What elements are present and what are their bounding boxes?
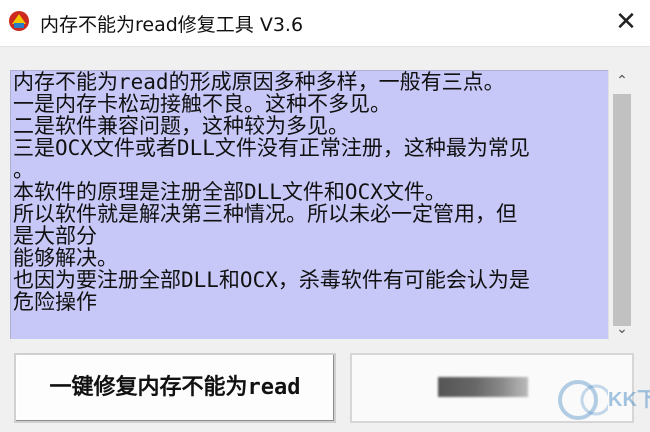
watermark: KK下载 [548,375,650,425]
scroll-thumb[interactable] [613,94,631,326]
description-line: 是大部分 [13,224,97,248]
app-window: 内存不能为read修复工具 V3.6 ✕ 内存不能为read的形成原因多种多样，… [0,0,650,432]
description-line: 。 [13,158,34,182]
watermark-text: KK下载 [608,389,650,411]
description-line: 也因为要注册全部DLL和OCX，杀毒软件有可能会认为是 [13,268,530,292]
description-line: 一是内存卡松动接触不良。这种不多见。 [13,92,391,116]
one-click-fix-button[interactable]: 一键修复内存不能为read [14,353,336,423]
title-bar: 内存不能为read修复工具 V3.6 ✕ [0,0,650,47]
description-line: 内存不能为read的形成原因多种多样，一般有三点。 [13,71,505,94]
watermark-logo [558,380,612,420]
description-textbox[interactable]: 内存不能为read的形成原因多种多样，一般有三点。 一是内存卡松动接触不良。这种不… [10,70,609,339]
description-line: 所以软件就是解决第三种情况。所以未必一定管用，但 [13,202,517,226]
scroll-up-icon[interactable]: ⌃ [609,70,635,92]
vertical-scrollbar[interactable]: ⌃ ⌄ [608,70,635,340]
description-line: 本软件的原理是注册全部DLL文件和OCX文件。 [13,180,446,204]
one-click-fix-label: 一键修复内存不能为read [49,375,301,400]
repair-app-icon [9,11,29,31]
scroll-down-icon[interactable]: ⌄ [609,318,635,340]
window-title: 内存不能为read修复工具 V3.6 [40,14,304,36]
description-line: 危险操作 [13,290,97,314]
description-line: 三是OCX文件或者DLL文件没有正常注册，这种最为常见 [13,136,530,160]
blurred-label [438,377,528,397]
description-line: 二是软件兼容问题，这种较为多见。 [13,114,349,138]
close-icon: ✕ [615,7,637,37]
close-button[interactable]: ✕ [608,4,644,40]
description-line: 能够解决。 [13,246,118,270]
description-text: 内存不能为read的形成原因多种多样，一般有三点。 一是内存卡松动接触不良。这种不… [13,71,603,339]
